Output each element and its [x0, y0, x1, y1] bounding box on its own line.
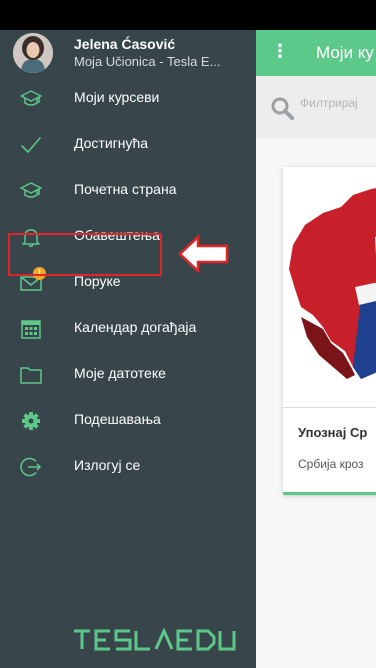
graduation-cap-icon: [20, 90, 42, 106]
nav-label: Моји курсеви: [74, 89, 160, 105]
nav-item-my-courses[interactable]: Моји курсеви: [0, 76, 256, 122]
course-card[interactable]: Упознај Ср Србија кроз: [283, 167, 376, 495]
page-title: Моји ку: [316, 43, 374, 62]
main-content: ⋮ Моји ку Упознај Ср Србија кроз: [256, 30, 376, 668]
nav-label: Достигнућа: [74, 135, 149, 151]
app-bar: ⋮ Моји ку: [256, 30, 376, 76]
user-photo-icon: [13, 33, 53, 73]
nav-item-achievements[interactable]: Достигнућа: [0, 122, 256, 168]
gear-icon: [22, 412, 40, 430]
nav-item-settings[interactable]: Подешавања: [0, 398, 256, 444]
nav-label: Моје датотеке: [74, 365, 166, 381]
school-name: Moja Učionica - Tesla E...: [74, 54, 221, 69]
nav-item-home[interactable]: Почетна страна: [0, 168, 256, 214]
nav-label: Календар догађаја: [74, 319, 197, 335]
card-divider: [283, 407, 376, 408]
teslaedu-logo: [74, 628, 236, 651]
profile-header[interactable]: Jelena Ćasović Moja Učionica - Tesla E..…: [0, 30, 256, 76]
nav-item-files[interactable]: Моје датотеке: [0, 352, 256, 398]
checkmark-icon: [21, 137, 41, 153]
avatar: [13, 33, 53, 73]
nav-label: Подешавања: [74, 411, 161, 427]
filter-input[interactable]: [300, 96, 370, 110]
nav-item-logout[interactable]: Излогуј се: [0, 444, 256, 490]
more-options-icon[interactable]: ⋮: [271, 41, 289, 61]
logout-icon: [20, 457, 42, 477]
search-icon: [271, 97, 294, 120]
navigation-drawer: Jelena Ćasović Moja Učionica - Tesla E..…: [0, 30, 256, 668]
filter-bar: [256, 76, 376, 138]
highlight-box: [8, 233, 162, 276]
course-subtitle: Србија кроз: [298, 457, 364, 471]
nav-item-calendar[interactable]: Календар догађаја: [0, 306, 256, 352]
arrow-left-icon: [178, 235, 229, 273]
course-title: Упознај Ср: [298, 425, 368, 440]
status-bar: [0, 0, 376, 30]
user-name: Jelena Ćasović: [74, 36, 176, 52]
folder-icon: [20, 367, 42, 384]
graduation-cap-icon: [20, 182, 42, 198]
nav-label: Почетна страна: [74, 181, 177, 197]
course-image: [283, 167, 376, 402]
calendar-icon: [21, 320, 41, 339]
nav-label: Излогуј се: [74, 457, 141, 473]
